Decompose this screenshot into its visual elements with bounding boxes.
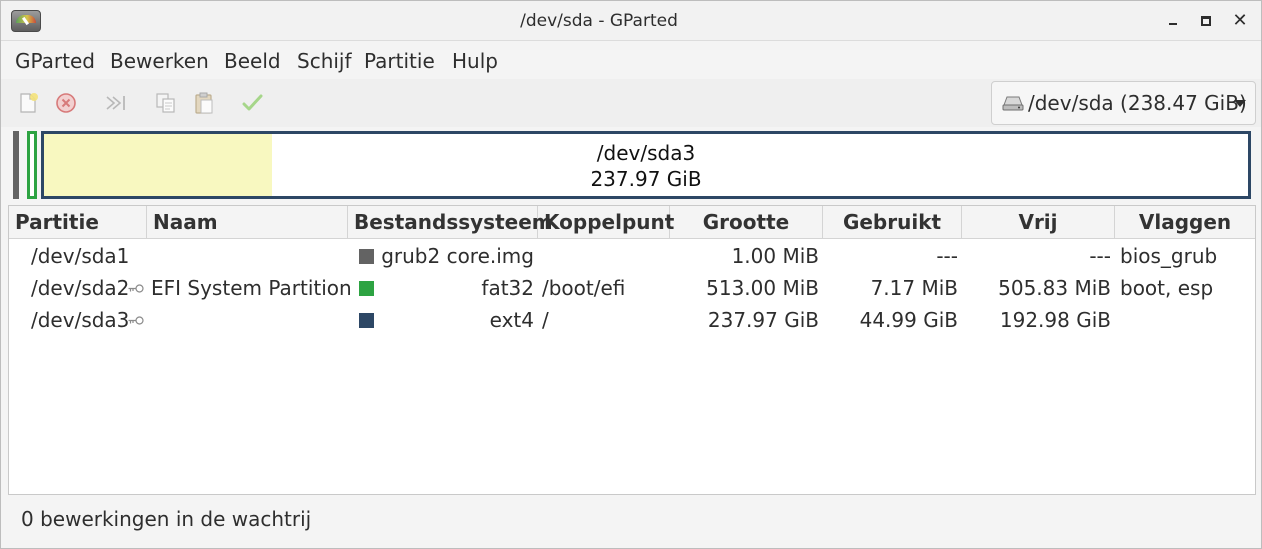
cell-mountpoint: /boot/efi bbox=[542, 276, 626, 300]
cell-free: 505.83 MiB bbox=[998, 276, 1111, 300]
maximize-button[interactable] bbox=[1196, 11, 1216, 31]
table-row[interactable]: /dev/sda3 ext4 / 237.97 GiB 44.99 GiB 19… bbox=[9, 304, 1255, 336]
device-label: /dev/sda (238.47 GiB) bbox=[1028, 91, 1247, 115]
cell-filesystem: fat32 bbox=[481, 276, 534, 300]
menu-bar: GParted Bewerken Beeld Schijf Partitie H… bbox=[1, 41, 1261, 79]
table-header: Partitie Naam Bestandssysteem Koppelpunt… bbox=[9, 206, 1255, 239]
pending-operations-status: 0 bewerkingen in de wachtrij bbox=[21, 507, 312, 531]
filesystem-color-swatch bbox=[359, 281, 374, 296]
close-button[interactable]: ✕ bbox=[1230, 11, 1250, 31]
cell-free: 192.98 GiB bbox=[999, 308, 1111, 332]
column-header-gebruikt[interactable]: Gebruikt bbox=[823, 206, 962, 239]
disk-map-partition-sda3[interactable]: /dev/sda3 237.97 GiB bbox=[41, 131, 1251, 199]
chevron-down-icon bbox=[1234, 100, 1246, 107]
status-bar: 0 bewerkingen in de wachtrij bbox=[1, 497, 1261, 541]
filesystem-color-swatch bbox=[359, 249, 374, 264]
column-header-vrij[interactable]: Vrij bbox=[962, 206, 1115, 239]
menu-gparted[interactable]: GParted bbox=[15, 41, 95, 79]
delete-partition-button[interactable] bbox=[54, 91, 78, 115]
cell-size: 237.97 GiB bbox=[707, 308, 819, 332]
column-header-naam[interactable]: Naam bbox=[147, 206, 348, 239]
cell-partition: /dev/sda1 bbox=[31, 244, 130, 268]
delete-icon bbox=[56, 93, 76, 113]
filesystem-color-swatch bbox=[359, 313, 374, 328]
resize-move-icon bbox=[106, 96, 125, 110]
hard-disk-icon bbox=[1002, 96, 1024, 111]
cell-size: 513.00 MiB bbox=[706, 276, 819, 300]
column-header-partitie[interactable]: Partitie bbox=[9, 206, 147, 239]
resize-move-button[interactable] bbox=[104, 91, 128, 115]
cell-filesystem: ext4 bbox=[489, 308, 534, 332]
maximize-icon bbox=[1201, 16, 1211, 26]
menu-hulp[interactable]: Hulp bbox=[452, 41, 498, 79]
new-partition-button[interactable] bbox=[16, 91, 40, 115]
cell-free: --- bbox=[1089, 244, 1111, 268]
menu-bewerken[interactable]: Bewerken bbox=[110, 41, 209, 79]
copy-partition-button[interactable] bbox=[154, 91, 178, 115]
table-row[interactable]: /dev/sda2 EFI System Partition fat32 /bo… bbox=[9, 272, 1255, 304]
cell-used: 44.99 GiB bbox=[859, 308, 958, 332]
close-icon: ✕ bbox=[1232, 10, 1248, 31]
paste-partition-button[interactable] bbox=[192, 91, 216, 115]
cell-filesystem: grub2 core.img bbox=[381, 244, 534, 268]
cell-used: --- bbox=[936, 244, 958, 268]
copy-icon bbox=[156, 93, 175, 113]
mounted-key-icon bbox=[128, 284, 144, 293]
column-header-koppelpunt[interactable]: Koppelpunt bbox=[538, 206, 674, 239]
apply-icon bbox=[242, 94, 263, 111]
paste-icon bbox=[195, 92, 213, 114]
new-icon bbox=[20, 93, 38, 113]
apply-operations-button[interactable] bbox=[240, 91, 264, 115]
partition-table: Partitie Naam Bestandssysteem Koppelpunt… bbox=[8, 205, 1256, 495]
cell-name: EFI System Partition bbox=[151, 276, 352, 300]
disk-map-label: /dev/sda3 237.97 GiB bbox=[44, 140, 1248, 192]
cell-flags: bios_grub bbox=[1120, 244, 1218, 268]
mounted-key-icon bbox=[128, 316, 144, 325]
device-selector[interactable]: /dev/sda (238.47 GiB) bbox=[991, 81, 1256, 125]
disk-map-partition-sda2[interactable] bbox=[27, 131, 37, 199]
cell-flags: boot, esp bbox=[1120, 276, 1214, 300]
table-row[interactable]: /dev/sda1 grub2 core.img 1.00 MiB --- --… bbox=[9, 240, 1255, 272]
cell-partition: /dev/sda2 bbox=[31, 276, 130, 300]
menu-beeld[interactable]: Beeld bbox=[224, 41, 281, 79]
disk-map-partition-size: 237.97 GiB bbox=[590, 167, 702, 191]
cell-size: 1.00 MiB bbox=[731, 244, 819, 268]
title-bar[interactable]: /dev/sda - GParted ✕ bbox=[1, 1, 1261, 41]
column-header-bestandssysteem[interactable]: Bestandssysteem bbox=[348, 206, 553, 239]
gparted-window: /dev/sda - GParted ✕ GParted Bewerken Be… bbox=[0, 0, 1262, 549]
menu-partitie[interactable]: Partitie bbox=[364, 41, 435, 79]
cell-partition: /dev/sda3 bbox=[31, 308, 130, 332]
window-title: /dev/sda - GParted bbox=[520, 11, 678, 31]
menu-schijf[interactable]: Schijf bbox=[297, 41, 352, 79]
cell-mountpoint: / bbox=[542, 308, 549, 332]
disk-map-partition-sda1[interactable] bbox=[13, 131, 19, 199]
cell-used: 7.17 MiB bbox=[870, 276, 958, 300]
disk-map: /dev/sda3 237.97 GiB bbox=[9, 129, 1255, 201]
column-header-vlaggen[interactable]: Vlaggen bbox=[1115, 206, 1255, 239]
column-header-grootte[interactable]: Grootte bbox=[670, 206, 823, 239]
minimize-icon bbox=[1169, 23, 1177, 25]
disk-map-partition-name: /dev/sda3 bbox=[596, 141, 696, 165]
minimize-button[interactable] bbox=[1163, 11, 1183, 31]
